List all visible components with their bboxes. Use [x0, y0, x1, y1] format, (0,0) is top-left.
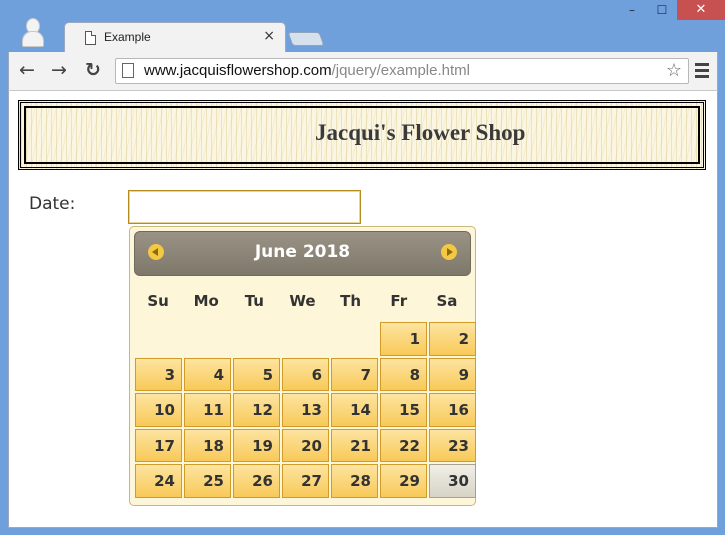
- reload-icon[interactable]: ↻: [85, 59, 101, 81]
- day-17[interactable]: 17: [135, 428, 182, 463]
- weekday-mo: Mo: [193, 292, 219, 310]
- day-29[interactable]: 29: [380, 464, 427, 498]
- next-month-icon[interactable]: [441, 244, 457, 260]
- day-1[interactable]: 1: [380, 322, 427, 356]
- page-info-icon[interactable]: [122, 63, 134, 78]
- profile-avatar-icon[interactable]: [22, 18, 44, 48]
- day-16[interactable]: 16: [429, 393, 476, 427]
- empty-cell: [282, 322, 329, 356]
- bookmark-star-icon[interactable]: ☆: [666, 60, 682, 81]
- weekday-su: Su: [147, 292, 169, 310]
- day-9[interactable]: 9: [429, 357, 476, 392]
- page-viewport: Jacqui's Flower Shop Date: June 2018 Su M…: [8, 90, 718, 528]
- date-input[interactable]: [128, 190, 361, 224]
- empty-cell: [233, 322, 280, 356]
- day-3[interactable]: 3: [135, 357, 182, 392]
- weekday-th: Th: [340, 292, 362, 310]
- day-30[interactable]: 30: [429, 464, 476, 498]
- url-text[interactable]: www.jacquisflowershop.com/jquery/example…: [144, 62, 470, 79]
- day-21[interactable]: 21: [331, 428, 378, 463]
- day-26[interactable]: 26: [233, 464, 280, 498]
- window-controls: – ☐ ✕: [617, 0, 725, 26]
- empty-cell: [135, 322, 182, 356]
- back-icon[interactable]: ←: [19, 59, 35, 81]
- minimize-button[interactable]: –: [617, 0, 647, 20]
- day-23[interactable]: 23: [429, 428, 476, 463]
- date-label: Date:: [29, 194, 76, 214]
- day-15[interactable]: 15: [380, 393, 427, 427]
- weekday-sa: Sa: [436, 292, 458, 310]
- day-22[interactable]: 22: [380, 428, 427, 463]
- day-4[interactable]: 4: [184, 357, 231, 392]
- day-grid: 1 2 3 4 5 6 7 8 9 10 11 12 13 14 15 16 17 18 19 20 21 22 23 24 2…: [135, 322, 476, 498]
- datepicker: June 2018 Su Mo Tu We Th Fr Sa 1 2 3 4 5 6 7 8 9 10 11 12…: [129, 226, 476, 506]
- forward-icon[interactable]: →: [51, 59, 67, 81]
- day-12[interactable]: 12: [233, 393, 280, 427]
- day-14[interactable]: 14: [331, 393, 378, 427]
- day-11[interactable]: 11: [184, 393, 231, 427]
- page-title: Jacqui's Flower Shop: [315, 120, 526, 145]
- close-window-button[interactable]: ✕: [677, 0, 725, 20]
- address-bar[interactable]: www.jacquisflowershop.com/jquery/example…: [115, 58, 689, 84]
- day-18[interactable]: 18: [184, 428, 231, 463]
- weekday-fr: Fr: [390, 292, 408, 310]
- new-tab-button[interactable]: [287, 32, 325, 46]
- day-10[interactable]: 10: [135, 393, 182, 427]
- day-20[interactable]: 20: [282, 428, 329, 463]
- weekday-header: Su Mo Tu We Th Fr Sa: [134, 280, 471, 322]
- tab-title: Example: [104, 30, 151, 44]
- day-25[interactable]: 25: [184, 464, 231, 498]
- empty-cell: [331, 322, 378, 356]
- day-6[interactable]: 6: [282, 357, 329, 392]
- day-8[interactable]: 8: [380, 357, 427, 392]
- browser-tab[interactable]: Example ×: [64, 22, 286, 52]
- menu-icon[interactable]: [695, 63, 709, 81]
- page-banner: Jacqui's Flower Shop: [18, 100, 706, 170]
- tab-close-icon[interactable]: ×: [263, 28, 275, 44]
- browser-toolbar: ← → ↻ www.jacquisflowershop.com/jquery/e…: [8, 52, 718, 90]
- month-title: June 2018: [254, 242, 351, 262]
- datepicker-header: June 2018: [134, 231, 471, 276]
- day-19[interactable]: 19: [233, 428, 280, 463]
- day-2[interactable]: 2: [429, 322, 476, 356]
- day-24[interactable]: 24: [135, 464, 182, 498]
- maximize-button[interactable]: ☐: [647, 0, 677, 20]
- day-13[interactable]: 13: [282, 393, 329, 427]
- weekday-we: We: [289, 292, 316, 310]
- weekday-tu: Tu: [244, 292, 264, 310]
- day-27[interactable]: 27: [282, 464, 329, 498]
- day-5[interactable]: 5: [233, 357, 280, 392]
- day-28[interactable]: 28: [331, 464, 378, 498]
- page-icon: [85, 31, 96, 45]
- empty-cell: [184, 322, 231, 356]
- day-7[interactable]: 7: [331, 357, 378, 392]
